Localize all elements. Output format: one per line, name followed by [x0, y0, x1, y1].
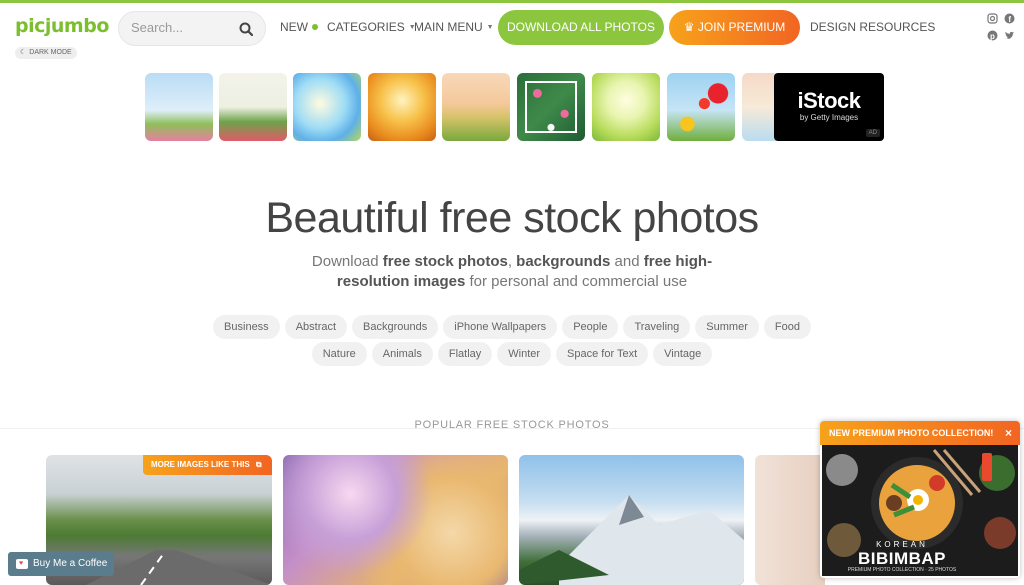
new-indicator-dot: [312, 24, 318, 30]
download-all-photos-button[interactable]: DOWNLOAD ALL PHOTOS: [498, 10, 664, 45]
ad-thumbnail[interactable]: [667, 73, 735, 141]
heart-icon: ♥: [19, 560, 24, 567]
svg-text:f: f: [1008, 15, 1011, 24]
search-box: [118, 11, 266, 46]
tag-space-for-text[interactable]: Space for Text: [556, 342, 649, 366]
promo-line-bibimbap: BIBIMBAP: [857, 549, 947, 568]
istock-subtitle: by Getty Images: [799, 113, 859, 122]
hero-subtitle-bold: free stock photos: [382, 253, 508, 270]
search-icon[interactable]: [239, 22, 253, 36]
nav-new[interactable]: NEW: [280, 20, 318, 34]
moon-icon: ☾: [20, 49, 27, 56]
ad-thumbnail[interactable]: [219, 73, 287, 141]
photo-card-mountain[interactable]: [519, 455, 744, 585]
ad-thumbnail[interactable]: [742, 73, 776, 141]
twitter-icon[interactable]: [1004, 30, 1015, 41]
tag-nature[interactable]: Nature: [311, 342, 367, 366]
mountain-shape: [519, 495, 744, 585]
external-link-icon: ⧉: [255, 460, 262, 469]
hero-subtitle-text: and: [610, 253, 644, 270]
tag-iphone-wallpapers[interactable]: iPhone Wallpapers: [443, 315, 558, 339]
facebook-icon[interactable]: f: [1004, 13, 1015, 24]
dark-mode-toggle[interactable]: ☾ DARK MODE: [15, 47, 77, 59]
ad-thumbnail[interactable]: [145, 73, 213, 141]
tag-row: Business Abstract Backgrounds iPhone Wal…: [0, 315, 1024, 339]
nav-categories-label: CATEGORIES: [327, 20, 405, 34]
premium-collection-popup: NEW PREMIUM PHOTO COLLECTION! × KOREAN B…: [820, 421, 1020, 578]
tag-animals[interactable]: Animals: [371, 342, 433, 366]
svg-text:p: p: [990, 32, 995, 41]
tag-backgrounds[interactable]: Backgrounds: [352, 315, 439, 339]
hero-subtitle-text: ,: [507, 253, 517, 270]
close-icon[interactable]: ×: [1005, 421, 1012, 445]
promo-image[interactable]: KOREAN BIBIMBAP PREMIUM PHOTO COLLECTION…: [822, 445, 1018, 576]
tag-business[interactable]: Business: [213, 315, 280, 339]
ad-label: AD: [865, 129, 880, 137]
crown-icon: ♛: [683, 20, 695, 34]
hero-subtitle-text: for personal and commercial use: [465, 273, 688, 290]
site-logo[interactable]: picjumbo: [15, 15, 109, 37]
pinterest-icon[interactable]: p: [987, 30, 998, 41]
instagram-icon[interactable]: [987, 13, 998, 24]
photo-card-carnival[interactable]: [283, 455, 508, 585]
ad-thumbnail[interactable]: [517, 73, 585, 141]
promo-header[interactable]: NEW PREMIUM PHOTO COLLECTION!: [820, 421, 1020, 445]
hero-subtitle-text: Download: [311, 253, 383, 270]
ad-thumbnail[interactable]: [442, 73, 510, 141]
nav-design-resources[interactable]: DESIGN RESOURCES: [810, 20, 935, 34]
site-header: picjumbo ☾ DARK MODE NEW CATEGORIES ▼ MA…: [0, 3, 1024, 59]
tag-vintage[interactable]: Vintage: [653, 342, 713, 366]
hero-subtitle: Download free stock photos, backgrounds …: [300, 252, 724, 292]
buy-me-a-coffee-button[interactable]: ♥ Buy Me a Coffee: [8, 552, 114, 576]
photo-card-partial[interactable]: [755, 455, 825, 585]
tag-abstract[interactable]: Abstract: [284, 315, 348, 339]
tag-people[interactable]: People: [562, 315, 619, 339]
promo-line-collection: PREMIUM PHOTO COLLECTION · 25 PHOTOS: [847, 567, 957, 573]
search-input[interactable]: [131, 20, 231, 35]
more-images-label: MORE IMAGES LIKE THIS: [151, 460, 250, 469]
tag-flatlay[interactable]: Flatlay: [437, 342, 493, 366]
nav-main-menu[interactable]: MAIN MENU ▼: [414, 20, 494, 34]
tag-traveling[interactable]: Traveling: [623, 315, 691, 339]
hero-subtitle-bold: backgrounds: [516, 253, 611, 270]
tag-row: Nature Animals Flatlay Winter Space for …: [0, 342, 1024, 366]
ad-thumbnail[interactable]: [368, 73, 436, 141]
more-images-like-this-button[interactable]: MORE IMAGES LIKE THIS ⧉: [143, 455, 272, 475]
chevron-down-icon: ▼: [486, 23, 494, 31]
page-title: Beautiful free stock photos: [265, 194, 759, 242]
tag-food[interactable]: Food: [763, 315, 811, 339]
istock-logo-text: iStock: [797, 88, 861, 113]
frame-outline: [525, 81, 577, 133]
join-premium-button[interactable]: ♛ JOIN PREMIUM: [669, 10, 800, 45]
nav-new-label: NEW: [280, 20, 308, 34]
join-premium-label: JOIN PREMIUM: [697, 20, 786, 34]
tag-winter[interactable]: Winter: [497, 342, 552, 366]
buy-me-a-coffee-label: Buy Me a Coffee: [33, 558, 108, 569]
istock-ad[interactable]: iStock by Getty Images AD: [774, 73, 884, 141]
nav-main-menu-label: MAIN MENU: [414, 20, 483, 34]
tag-summer[interactable]: Summer: [695, 315, 759, 339]
ad-thumbnail[interactable]: [293, 73, 361, 141]
ad-thumbnail[interactable]: [592, 73, 660, 141]
promo-line-korean: KOREAN: [876, 540, 928, 549]
nav-categories[interactable]: CATEGORIES ▼: [327, 20, 416, 34]
dark-mode-label: DARK MODE: [29, 49, 72, 56]
